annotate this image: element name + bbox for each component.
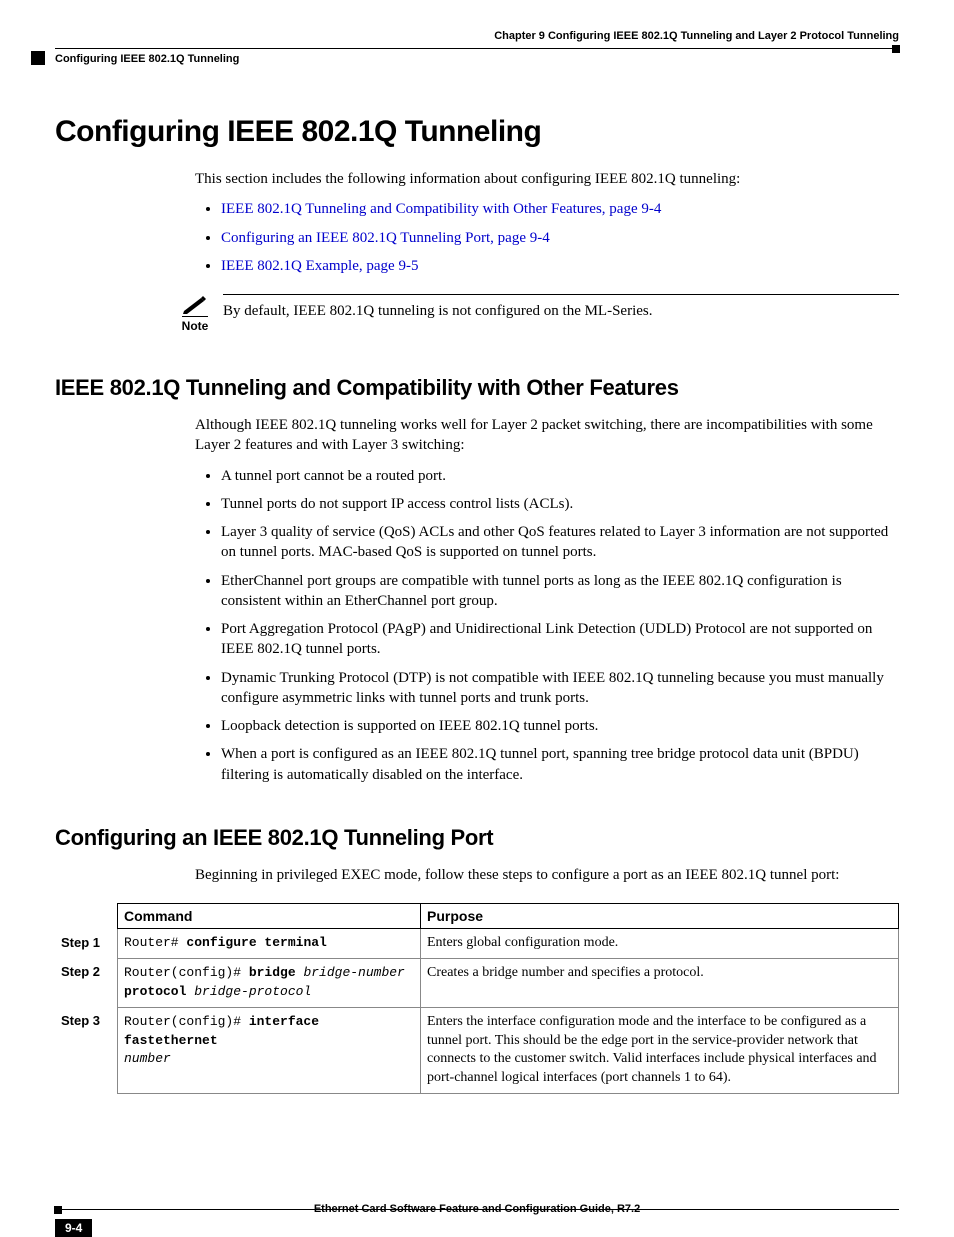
xref-link[interactable]: Configuring an IEEE 802.1Q Tunneling Por… [221,230,550,246]
step-label: Step 1 [55,929,118,959]
page-footer: Ethernet Card Software Feature and Confi… [55,1209,899,1215]
section-intro: Beginning in privileged EXEC mode, follo… [195,865,889,885]
list-item: IEEE 802.1Q Example, page 9-5 [221,256,889,276]
table-header-command: Command [118,904,421,929]
list-item: Dynamic Trunking Protocol (DTP) is not c… [221,668,889,709]
command-cell: Router# configure terminal [118,929,421,959]
chapter-header: Chapter 9 Configuring IEEE 802.1Q Tunnel… [55,30,899,42]
purpose-cell: Creates a bridge number and specifies a … [421,958,899,1007]
section-heading: Configuring an IEEE 802.1Q Tunneling Por… [55,825,899,851]
list-item: Port Aggregation Protocol (PAgP) and Uni… [221,619,889,660]
step-label: Step 3 [55,1007,118,1094]
list-item: A tunnel port cannot be a routed port. [221,466,889,486]
header-rule [55,48,899,49]
xref-link[interactable]: IEEE 802.1Q Example, page 9-5 [221,258,418,274]
note-text: By default, IEEE 802.1Q tunneling is not… [223,294,899,321]
table-row: Step 3 Router(config)# interface fasteth… [55,1007,899,1094]
command-cell: Router(config)# interface fastethernetnu… [118,1007,421,1094]
list-item: Layer 3 quality of service (QoS) ACLs an… [221,522,889,563]
page-title: Configuring IEEE 802.1Q Tunneling [55,115,899,149]
note-label: Note [182,316,209,333]
pen-icon [181,294,209,314]
table-header-blank [55,904,118,929]
table-header-purpose: Purpose [421,904,899,929]
purpose-cell: Enters global configuration mode. [421,929,899,959]
step-label: Step 2 [55,958,118,1007]
note-icon: Note [175,294,215,335]
list-item: Loopback detection is supported on IEEE … [221,716,889,736]
intro-text: This section includes the following info… [195,169,889,189]
table-row: Step 1 Router# configure terminal Enters… [55,929,899,959]
purpose-cell: Enters the interface configuration mode … [421,1007,899,1094]
section-intro: Although IEEE 802.1Q tunneling works wel… [195,415,889,456]
list-item: Tunnel ports do not support IP access co… [221,494,889,514]
breadcrumb: Configuring IEEE 802.1Q Tunneling [55,53,899,65]
command-table: Command Purpose Step 1 Router# configure… [55,903,899,1094]
list-item: When a port is configured as an IEEE 802… [221,744,889,785]
list-item: EtherChannel port groups are compatible … [221,571,889,612]
section-heading: IEEE 802.1Q Tunneling and Compatibility … [55,375,899,401]
list-item: IEEE 802.1Q Tunneling and Compatibility … [221,199,889,219]
page-number: 9-4 [55,1219,92,1237]
xref-link[interactable]: IEEE 802.1Q Tunneling and Compatibility … [221,201,661,217]
note-block: Note By default, IEEE 802.1Q tunneling i… [175,294,899,335]
list-item: Configuring an IEEE 802.1Q Tunneling Por… [221,228,889,248]
command-cell: Router(config)# bridge bridge-numberprot… [118,958,421,1007]
table-row: Step 2 Router(config)# bridge bridge-num… [55,958,899,1007]
